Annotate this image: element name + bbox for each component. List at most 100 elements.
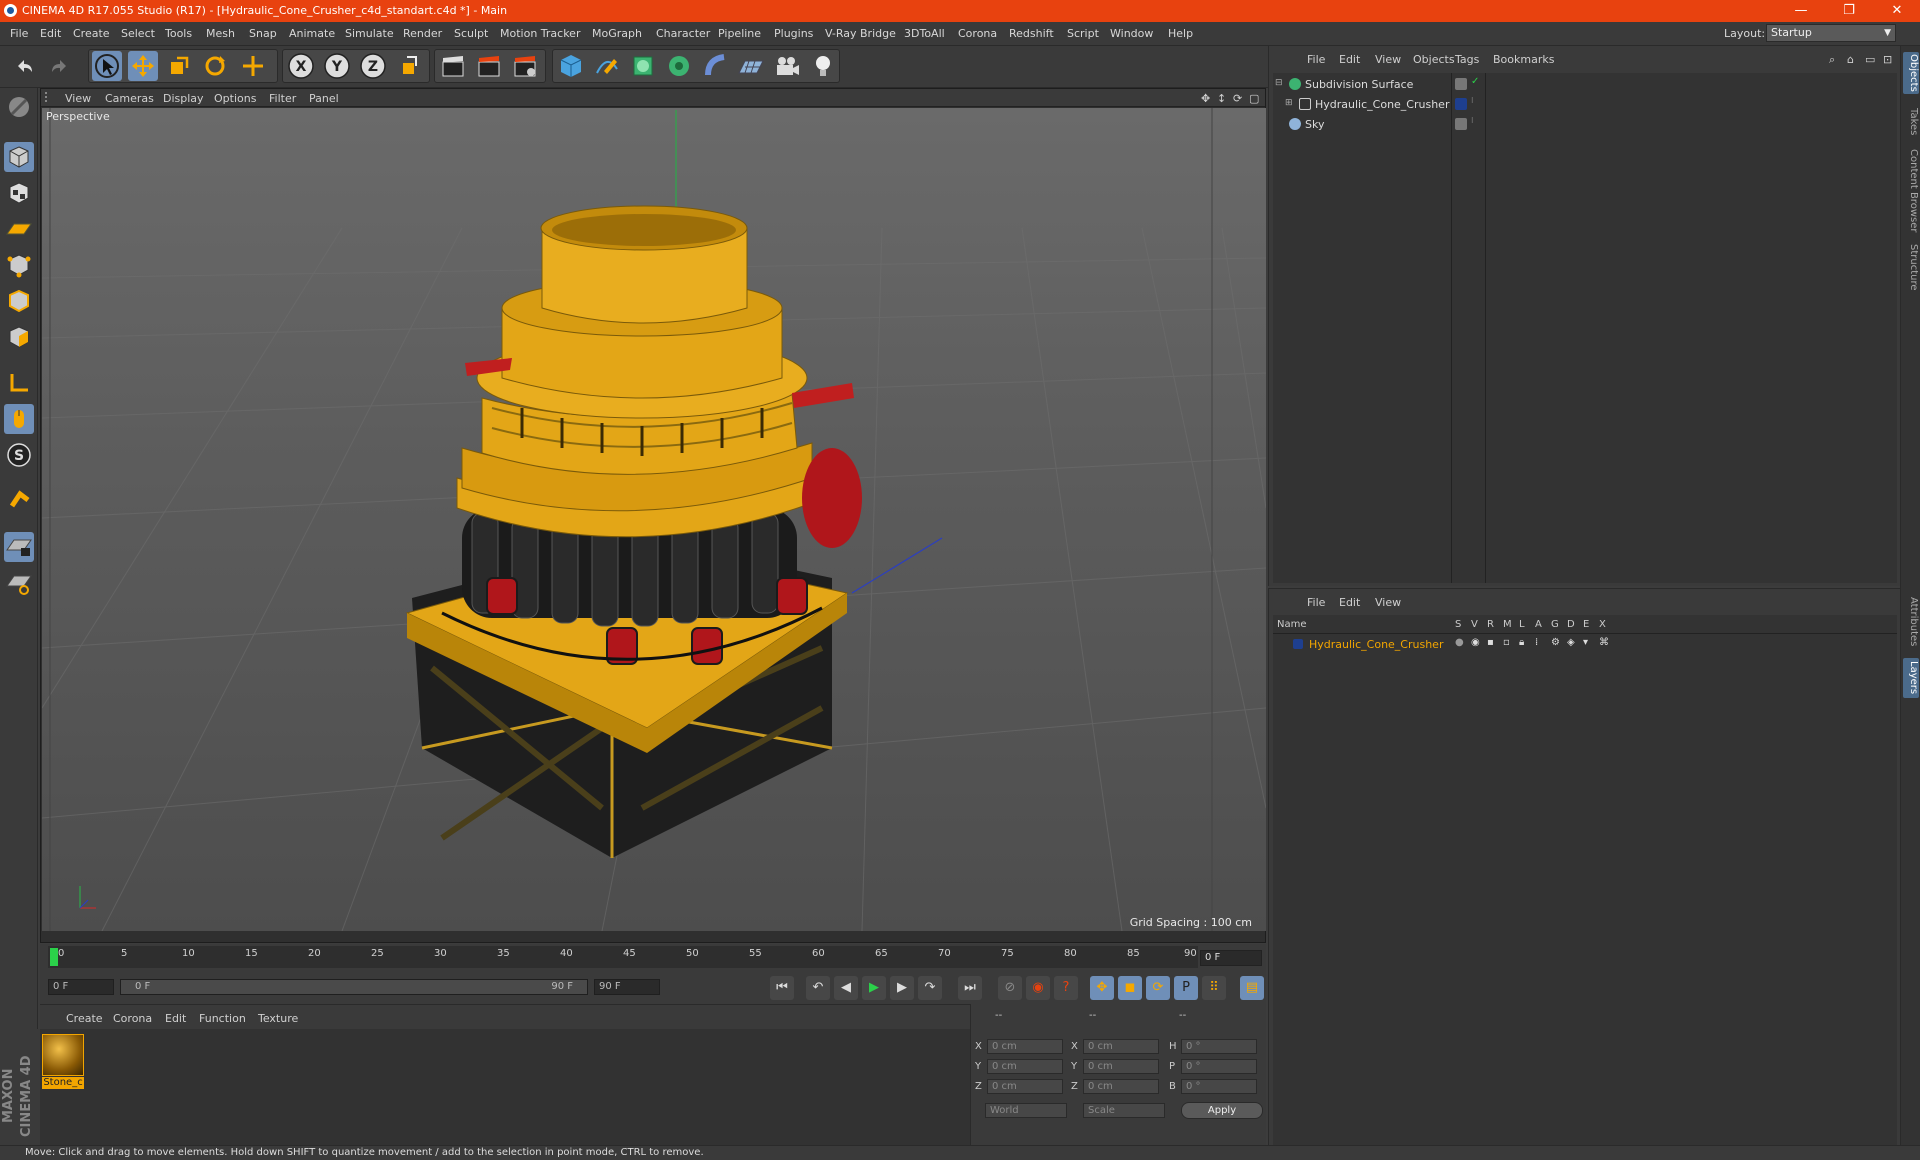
viewport-pan-icon[interactable]: ✥ [1201,92,1210,105]
viewport-menu-cameras[interactable]: Cameras [105,92,154,105]
coordinate-system-button[interactable] [394,51,424,81]
viewport-canvas[interactable]: Perspective Grid Spacing : 100 cm [42,108,1266,931]
menu-mesh[interactable]: Mesh [206,27,235,40]
rotate-tool-button[interactable] [200,51,230,81]
new-window-icon[interactable]: ▭ [1865,53,1875,66]
undo-button[interactable] [10,51,40,81]
frame-range-slider[interactable]: 0 F 90 F [120,979,588,995]
object-menu-edit[interactable]: Edit [1339,53,1360,66]
menu-plugins[interactable]: Plugins [774,27,813,40]
keyframe-selection-button[interactable]: ? [1054,976,1078,1000]
menu-vray-bridge[interactable]: V-Ray Bridge [825,27,896,40]
recent-tool-button[interactable] [238,51,268,81]
next-frame-button[interactable]: ▶ [890,976,914,1000]
previous-frame-button[interactable]: ◀ [834,976,858,1000]
eye-icon[interactable]: ◉ [1471,637,1480,648]
redo-button[interactable] [44,51,74,81]
render-picture-viewer-button[interactable] [474,51,504,81]
object-row[interactable]: Sky ⁝ [1273,115,1897,135]
viewport-menu-panel[interactable]: Panel [309,92,339,105]
menu-create[interactable]: Create [73,27,110,40]
timeline-ruler[interactable]: 0 5 10 15 20 25 30 35 40 45 50 55 60 65 … [48,946,1198,968]
menu-script[interactable]: Script [1067,27,1099,40]
object-menu-bookmarks[interactable]: Bookmarks [1493,53,1554,66]
layer-menu-edit[interactable]: Edit [1339,596,1360,609]
enabled-check-icon[interactable]: ✓ [1471,76,1479,87]
animation-icon[interactable]: ⁞ [1535,637,1538,648]
cloner-button[interactable] [664,51,694,81]
material-menu-create[interactable]: Create [66,1012,103,1025]
snap-button[interactable]: S [4,440,34,470]
menu-redshift[interactable]: Redshift [1009,27,1054,40]
layer-tag-icon[interactable] [1455,118,1467,130]
perspective-viewport[interactable]: View Cameras Display Options Filter Pane… [40,88,1266,943]
key-pla-button[interactable]: ⠿ [1202,976,1226,1000]
rot-p-field[interactable]: 0 ° [1181,1059,1257,1074]
rot-b-field[interactable]: 0 ° [1181,1079,1257,1094]
menu-pipeline[interactable]: Pipeline [718,27,761,40]
key-rotation-button[interactable]: ⟳ [1146,976,1170,1000]
axis-mode-button[interactable] [4,368,34,398]
menu-help[interactable]: Help [1168,27,1193,40]
object-menu-view[interactable]: View [1375,53,1401,66]
points-mode-button[interactable] [4,250,34,280]
layer-row[interactable]: Hydraulic_Cone_Crusher ● ◉ ▪ ▫ 🔒︎ ⁞ ⚙ ◈ … [1273,635,1897,655]
edges-mode-button[interactable] [4,286,34,316]
expression-icon[interactable]: ▾ [1583,637,1588,648]
workplane-rotate-button[interactable] [4,568,34,598]
viewport-menu-filter[interactable]: Filter [269,92,296,105]
end-frame-field[interactable]: 90 F [594,979,660,995]
goto-end-button[interactable]: ⏭ [958,976,982,1000]
viewport-rotate-icon[interactable]: ⟳ [1233,92,1242,105]
object-row[interactable]: ⊞ Hydraulic_Cone_Crusher ⁝ [1273,95,1897,115]
material-menu-function[interactable]: Function [199,1012,246,1025]
play-button[interactable]: ▶ [862,976,886,1000]
xref-icon[interactable]: ⌘ [1599,637,1609,648]
menu-render[interactable]: Render [403,27,442,40]
autokey-button[interactable]: ◉ [1026,976,1050,1000]
rot-h-field[interactable]: 0 ° [1181,1039,1257,1054]
polygons-mode-button[interactable] [4,322,34,352]
tab-layers[interactable]: Layers [1903,658,1919,698]
cube-object-button[interactable] [556,51,586,81]
x-axis-lock-button[interactable]: X [286,51,316,81]
start-frame-field[interactable]: 0 F [48,979,114,995]
live-selection-button[interactable] [92,51,122,81]
menu-window[interactable]: Window [1110,27,1153,40]
viewport-menu-options[interactable]: Options [214,92,256,105]
layer-menu-view[interactable]: View [1375,596,1401,609]
render-view-button[interactable] [438,51,468,81]
expand-icon[interactable]: ⊞ [1285,98,1293,108]
expand-icon[interactable]: ⊡ [1883,53,1892,66]
menu-mograph[interactable]: MoGraph [592,27,642,40]
texture-mode-button[interactable] [4,178,34,208]
layer-color-icon[interactable] [1455,98,1467,110]
menu-simulate[interactable]: Simulate [345,27,394,40]
deformer-button[interactable] [700,51,730,81]
key-position-button[interactable]: ✥ [1090,976,1114,1000]
material-menu-corona[interactable]: Corona [113,1012,152,1025]
visibility-dots-icon[interactable]: ⁝ [1471,96,1474,105]
menu-character[interactable]: Character [656,27,710,40]
size-y-field[interactable]: 0 cm [1083,1059,1159,1074]
menu-corona[interactable]: Corona [958,27,997,40]
material-swatch[interactable]: Stone_c [42,1034,84,1090]
coordinate-mode-select[interactable]: World [985,1103,1067,1118]
menu-sculpt[interactable]: Sculpt [454,27,488,40]
key-parameter-button[interactable]: P [1174,976,1198,1000]
subdivision-surface-button[interactable] [628,51,658,81]
tab-content-browser[interactable]: Content Browser [1903,148,1919,234]
goto-next-key-button[interactable]: ↷ [918,976,942,1000]
visibility-dots-icon[interactable]: ⁝ [1471,116,1474,125]
model-mode-button[interactable] [4,142,34,172]
material-menu-edit[interactable]: Edit [165,1012,186,1025]
object-row[interactable]: ⊟ Subdivision Surface ✓ [1273,75,1897,95]
deformer-icon[interactable]: ◈ [1567,637,1575,648]
viewport-maximize-icon[interactable]: ▢ [1249,92,1259,105]
tab-structure[interactable]: Structure [1903,242,1919,292]
light-object-button[interactable] [808,51,838,81]
magnet-button[interactable] [4,486,34,516]
render-settings-button[interactable] [510,51,540,81]
render-icon[interactable]: ▪ [1487,637,1494,648]
menu-snap[interactable]: Snap [249,27,277,40]
